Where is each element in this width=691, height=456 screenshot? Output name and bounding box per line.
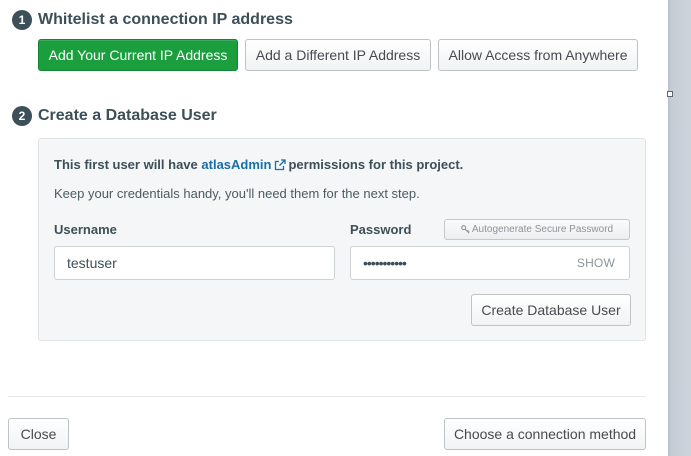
show-password-toggle[interactable]: SHOW <box>577 256 615 270</box>
allow-anywhere-button[interactable]: Allow Access from Anywhere <box>438 39 638 71</box>
atlas-admin-link[interactable]: atlasAdmin <box>201 157 271 172</box>
autogenerate-password-label: Autogenerate Secure Password <box>471 224 614 235</box>
password-input[interactable]: ••••••••••• SHOW <box>350 246 630 280</box>
external-link-icon[interactable] <box>274 159 287 171</box>
step-1-number: 1 <box>12 10 32 30</box>
permissions-suffix: permissions for this project. <box>288 157 464 172</box>
key-icon <box>461 225 470 234</box>
username-input[interactable]: testuser <box>54 246 335 280</box>
permissions-prefix: This first user will have <box>54 157 198 172</box>
username-label: Username <box>54 222 117 237</box>
step-2-number: 2 <box>12 106 32 126</box>
footer-divider <box>8 396 646 397</box>
password-label: Password <box>350 222 412 237</box>
connect-modal: 1 Whitelist a connection IP address Add … <box>0 0 668 456</box>
permissions-notice: This first user will have atlasAdmin perm… <box>54 157 463 172</box>
close-button[interactable]: Close <box>8 418 69 450</box>
step-1-title: Whitelist a connection IP address <box>38 11 293 28</box>
create-database-user-button[interactable]: Create Database User <box>471 294 631 326</box>
resize-handle[interactable] <box>667 91 673 97</box>
step-1-header: 1 Whitelist a connection IP address <box>12 10 293 30</box>
window-edge <box>668 0 691 456</box>
autogenerate-password-button[interactable]: Autogenerate Secure Password <box>444 219 630 240</box>
step-2-header: 2 Create a Database User <box>12 106 217 126</box>
database-user-panel: This first user will have atlasAdmin perm… <box>38 138 646 341</box>
password-value: ••••••••••• <box>363 255 407 271</box>
step-2-title: Create a Database User <box>38 107 217 124</box>
credentials-hint: Keep your credentials handy, you'll need… <box>54 186 420 201</box>
add-different-ip-button[interactable]: Add a Different IP Address <box>245 39 431 71</box>
add-current-ip-button[interactable]: Add Your Current IP Address <box>38 39 238 71</box>
choose-connection-method-button[interactable]: Choose a connection method <box>444 418 646 450</box>
